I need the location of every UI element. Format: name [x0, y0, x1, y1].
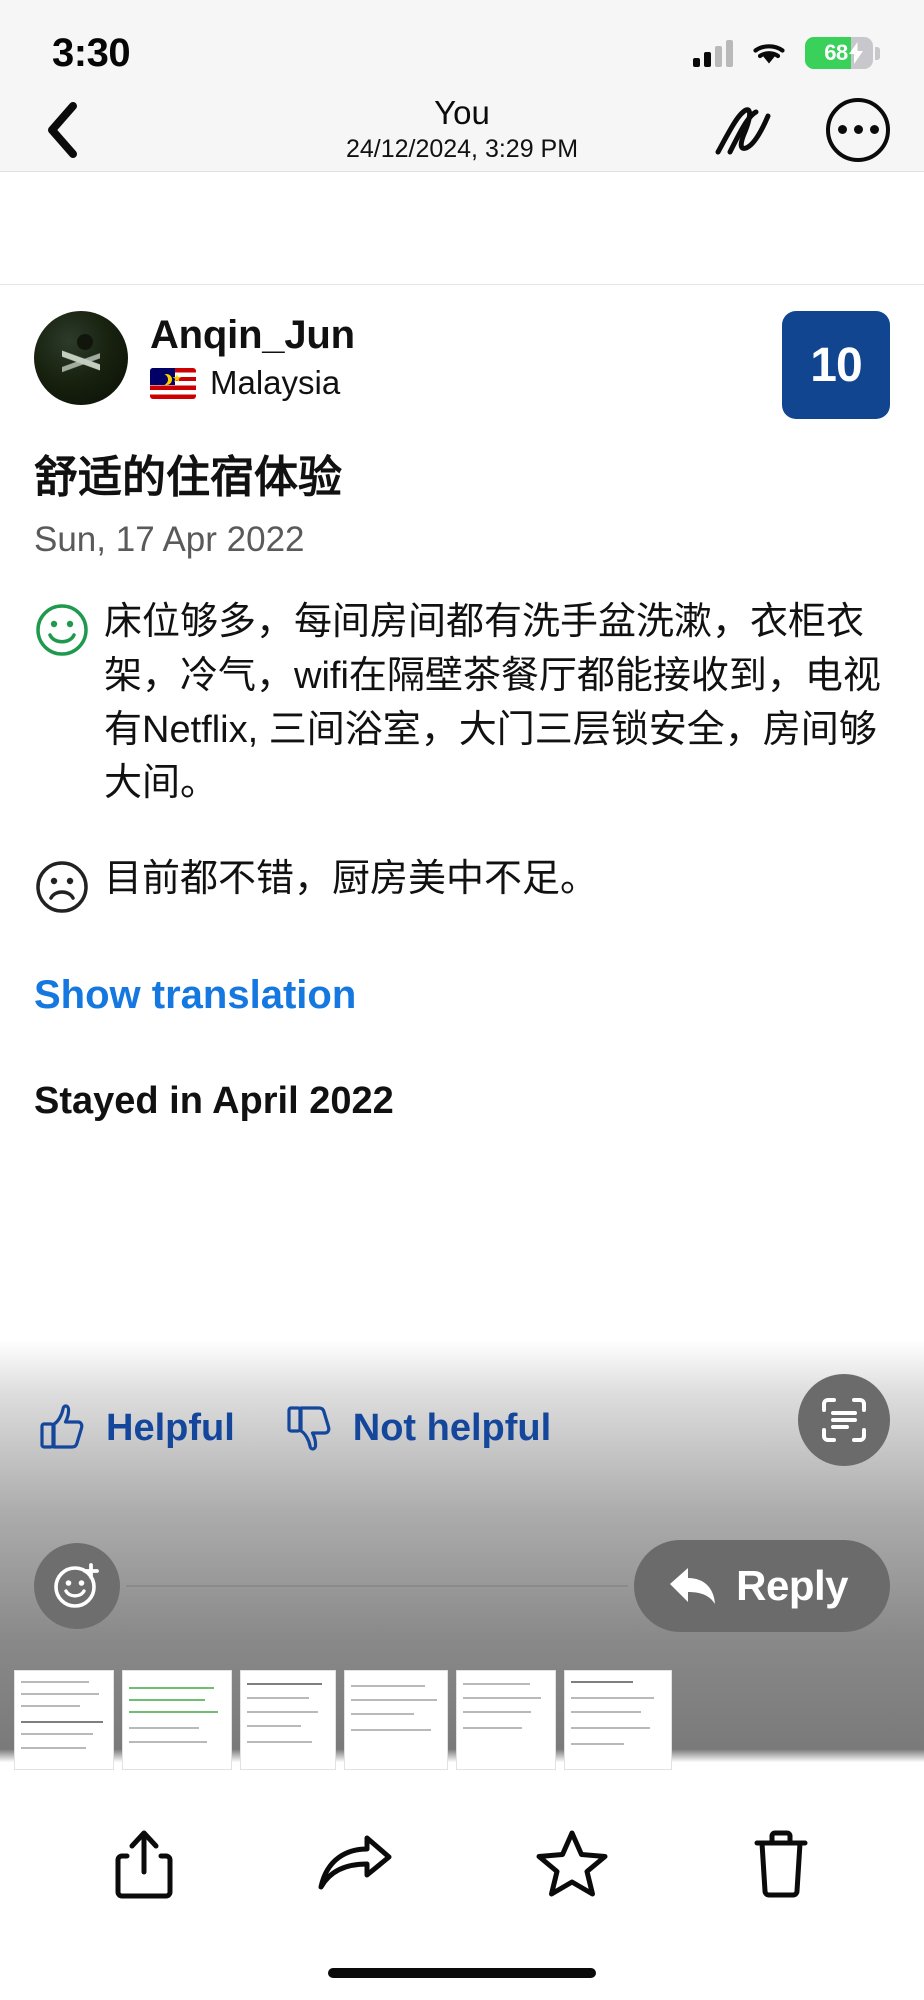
navigation-bar: You 24/12/2024, 3:29 PM — [0, 88, 924, 172]
negative-review-paragraph: 目前都不错，厨房美中不足。 — [34, 853, 890, 915]
status-indicators: 68 — [693, 37, 880, 69]
star-icon — [536, 1830, 608, 1896]
status-bar: 3:30 68 — [0, 0, 924, 88]
helpful-label: Helpful — [106, 1406, 235, 1449]
not-helpful-button[interactable]: Not helpful — [281, 1400, 551, 1456]
trash-icon — [754, 1830, 808, 1897]
positive-review-text: 床位够多，每间房间都有洗手盆洗漱，衣柜衣架，冷气，wifi在隔壁茶餐厅都能接收到… — [104, 600, 881, 805]
add-reaction-button[interactable] — [34, 1543, 120, 1629]
malaysia-flag-icon: ★ — [150, 367, 196, 399]
document-thumbnail-2[interactable] — [122, 1670, 232, 1770]
battery-charging-icon: 68 — [805, 37, 880, 69]
share-icon — [115, 1830, 173, 1898]
reviewer-identity: Anqin_Jun ★ Malaysia — [150, 311, 355, 402]
frowning-face-icon — [36, 861, 88, 914]
document-thumbnail-5[interactable] — [456, 1670, 556, 1770]
review-date: Sun, 17 Apr 2022 — [34, 519, 305, 559]
document-thumbnail-3[interactable] — [240, 1670, 336, 1770]
thumbs-down-icon — [287, 1406, 331, 1451]
review-score-badge: 10 — [782, 311, 890, 419]
thumbs-up-icon — [40, 1404, 84, 1449]
bottom-action-bar — [0, 1806, 924, 1926]
reply-input-line[interactable] — [126, 1585, 629, 1587]
reviewer-country: Malaysia — [210, 364, 341, 401]
document-thumbnail-4[interactable] — [344, 1670, 448, 1770]
avatar[interactable] — [34, 311, 128, 405]
reply-arrow-icon — [670, 1568, 716, 1604]
home-indicator — [328, 1968, 596, 1978]
document-thumbnail-6[interactable] — [564, 1670, 672, 1770]
more-options-icon[interactable] — [826, 97, 890, 162]
charging-bolt-icon — [849, 42, 863, 64]
reply-bar: Reply — [34, 1540, 890, 1632]
review-content: Anqin_Jun ★ Malaysia 10 舒适的住宿体验 Sun, 17 … — [0, 172, 924, 1124]
negative-review-text: 目前都不错，厨房美中不足。 — [104, 858, 599, 901]
reviewer-username: Anqin_Jun — [150, 313, 355, 357]
favorite-button[interactable] — [535, 1829, 609, 1904]
nav-actions — [708, 97, 890, 162]
show-translation-link[interactable]: Show translation — [34, 973, 890, 1018]
reply-label: Reply — [736, 1562, 848, 1609]
attachment-thumbnails — [0, 1670, 924, 1770]
forward-arrow-icon — [318, 1835, 392, 1889]
document-thumbnail-1[interactable] — [14, 1670, 114, 1770]
add-reaction-icon — [54, 1563, 99, 1608]
live-text-scan-icon — [822, 1398, 866, 1442]
positive-review-paragraph: 床位够多，每间房间都有洗手盆洗漱，衣柜衣架，冷气，wifi在隔壁茶餐厅都能接收到… — [34, 596, 890, 812]
delete-button[interactable] — [751, 1829, 811, 1904]
live-text-scan-button[interactable] — [798, 1374, 890, 1466]
feedback-row: Helpful Not helpful — [34, 1400, 551, 1456]
wifi-icon — [753, 44, 785, 64]
share-button[interactable] — [113, 1828, 175, 1905]
phone-screen: 3:30 68 You 24/12/2024, 3:29 PM Anqin_Ju… — [0, 0, 924, 2000]
status-time: 3:30 — [52, 30, 131, 75]
stayed-period: Stayed in April 2022 — [34, 1080, 394, 1123]
helpful-button[interactable]: Helpful — [34, 1400, 235, 1456]
squiggle-markup-icon[interactable] — [708, 100, 780, 160]
back-button[interactable] — [34, 101, 90, 158]
reply-button[interactable]: Reply — [634, 1540, 890, 1632]
forward-button[interactable] — [317, 1833, 393, 1900]
reviewer-country-row: ★ Malaysia — [150, 364, 355, 402]
cellular-signal-icon — [693, 39, 733, 67]
review-title: 舒适的住宿体验 — [34, 453, 342, 502]
reviewer-header: Anqin_Jun ★ Malaysia 10 — [34, 285, 890, 419]
chevron-left-icon — [48, 101, 77, 158]
not-helpful-label: Not helpful — [352, 1406, 552, 1449]
smiley-face-icon — [36, 603, 88, 656]
